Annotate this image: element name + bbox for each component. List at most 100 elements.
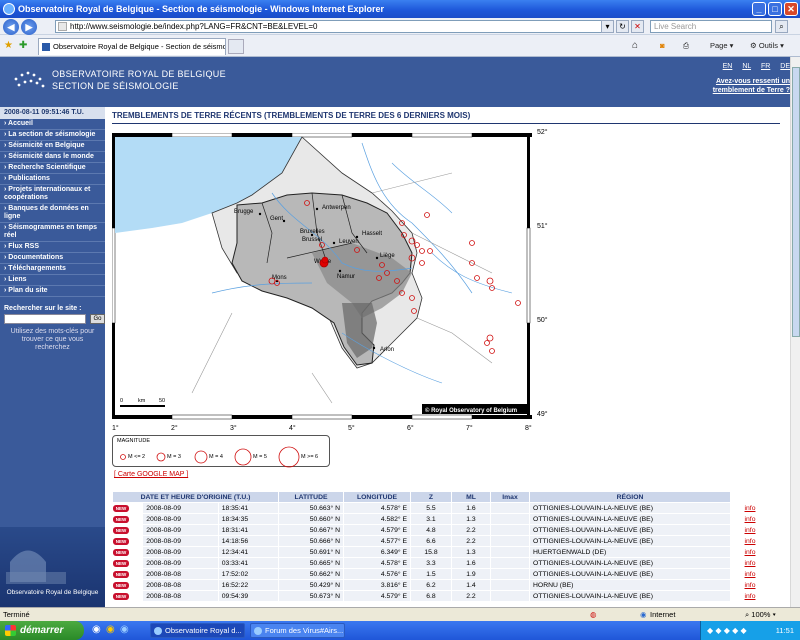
task-forum[interactable]: Forum des Virus#Airs... (250, 623, 345, 638)
address-dropdown-button[interactable]: ▾ (601, 20, 614, 33)
print-icon[interactable]: ⎙ (683, 39, 689, 53)
minimize-button[interactable]: _ (752, 2, 766, 16)
sidebar-item-seismogrammes[interactable]: › Séismogrammes en temps réel (0, 223, 105, 242)
cell-depth: 6.8 (411, 591, 451, 601)
legend-m2: M <= 2 (128, 454, 146, 460)
sidebar-item-rss[interactable]: › Flux RSS (0, 242, 105, 253)
lang-nl[interactable]: NL (742, 63, 751, 70)
quicklaunch-icon-2[interactable]: ◉ (106, 624, 115, 635)
info-link[interactable]: info (731, 547, 769, 557)
magnitude-legend: MAGNITUDE M <= 2 M = 3 M = 4 M = 5 M >= … (112, 435, 330, 468)
site-search-input[interactable] (4, 314, 86, 324)
quicklaunch-icon-3[interactable]: ◉ (120, 624, 129, 635)
sidebar-item-telechargements[interactable]: › Téléchargements (0, 264, 105, 275)
refresh-button[interactable]: ↻ (616, 20, 629, 33)
vertical-scrollbar[interactable] (790, 57, 800, 607)
info-link[interactable]: info (731, 525, 769, 535)
table-row: NEW 2008-08-09 18:34:35 50.660° N 4.582° E 3.… (113, 514, 769, 524)
header-ml[interactable]: ML (452, 492, 490, 502)
seismic-map-svg[interactable]: Brugge Gent Antwerpen Bruxelles Brussel … (111, 132, 532, 423)
city-liege: Liège (380, 253, 395, 259)
earthquake-map[interactable]: Brugge Gent Antwerpen Bruxelles Brussel … (111, 129, 548, 423)
cell-imax (491, 569, 529, 579)
cell-depth: 15.8 (411, 547, 451, 557)
sidebar-item-liens[interactable]: › Liens (0, 275, 105, 286)
google-map-link[interactable]: [ Carte GOOGLE MAP ] (114, 471, 188, 478)
cell-time: 14:18:56 (218, 536, 278, 546)
page-menu[interactable]: Page ▾ (710, 39, 733, 53)
sidebar-item-seismicite-monde[interactable]: › Séismicité dans le monde (0, 152, 105, 163)
site-search-go-button[interactable]: Go (90, 314, 105, 324)
lang-en[interactable]: EN (723, 63, 733, 70)
observatory-caption: Observatoire Royal de Belgique (6, 589, 99, 596)
new-badge-icon: NEW (113, 515, 129, 523)
header-depth[interactable]: Z (411, 492, 451, 502)
info-link[interactable]: info (731, 536, 769, 546)
site-logo-text[interactable]: OBSERVATOIRE ROYAL DE BELGIQUE SECTION D… (52, 68, 226, 92)
lang-de[interactable]: DE (780, 63, 790, 70)
cell-date: 2008-08-09 (143, 547, 218, 557)
cell-time: 17:52:02 (218, 569, 278, 579)
site-search-row: Go (4, 314, 105, 324)
header-datetime[interactable]: DATE ET HEURE D'ORIGINE (T.U.) (113, 492, 278, 502)
tab-active[interactable]: Observatoire Royal de Belgique - Section… (38, 38, 226, 55)
tools-menu[interactable]: ⚙ Outils ▾ (750, 39, 784, 53)
address-input[interactable]: http://www.seismologie.be/index.php?LANG… (55, 20, 610, 33)
rss-icon[interactable]: ◙ (660, 39, 665, 53)
city-bruxelles: Bruxelles (300, 229, 325, 235)
back-button[interactable]: ◀ (3, 19, 19, 35)
header-imax[interactable]: Imax (491, 492, 529, 502)
sidebar-item-projets[interactable]: › Projets internationaux et coopérations (0, 185, 105, 204)
zoom-level[interactable]: ⌕ 100% ▾ (745, 608, 776, 621)
header-region[interactable]: RÉGION (530, 492, 730, 502)
start-button[interactable]: démarrer (0, 621, 84, 640)
task-observatoire[interactable]: Observatoire Royal d... (150, 623, 245, 638)
new-badge-icon: NEW (113, 559, 129, 567)
sidebar-item-banques[interactable]: › Banques de données en ligne (0, 204, 105, 223)
status-bar: Terminé ◍ ◉ Internet ⌕ 100% ▾ (0, 607, 800, 621)
sidebar-item-publications[interactable]: › Publications (0, 174, 105, 185)
lang-fr[interactable]: FR (761, 63, 770, 70)
lon-label-8: 8° (525, 425, 532, 432)
new-tab-button[interactable] (228, 39, 244, 54)
info-link[interactable]: info (731, 503, 769, 513)
stop-button[interactable]: ✕ (631, 20, 644, 33)
home-icon[interactable]: ⌂ (632, 39, 638, 53)
city-brussel: Brussel (302, 237, 322, 243)
info-link[interactable]: info (731, 558, 769, 568)
sidebar-item-plan[interactable]: › Plan du site (0, 286, 105, 297)
sidebar-item-seismicite-belgique[interactable]: › Séismicité en Belgique (0, 141, 105, 152)
ie-logo-icon (3, 3, 15, 15)
sidebar-item-recherche[interactable]: › Recherche Scientifique (0, 163, 105, 174)
sidebar-item-section[interactable]: › La section de séismologie (0, 130, 105, 141)
forward-button[interactable]: ▶ (21, 19, 37, 35)
favorites-star-icon[interactable]: ★ (4, 39, 13, 53)
cell-ml: 1.3 (452, 547, 490, 557)
header-latitude[interactable]: LATITUDE (279, 492, 343, 502)
info-link[interactable]: info (731, 580, 769, 590)
cell-longitude: 4.579° E (344, 591, 410, 601)
quicklaunch-icon-1[interactable]: ◉ (92, 624, 101, 635)
city-brugge: Brugge (234, 209, 254, 215)
tray-icons[interactable]: ◆ ◆ ◆ ◆ ◆ (707, 621, 747, 640)
add-favorite-icon[interactable]: ✚ (19, 39, 27, 53)
map-copyright: © Royal Observatory of Belgium (425, 407, 517, 414)
search-input[interactable]: Live Search (650, 20, 772, 33)
maximize-button[interactable]: □ (768, 2, 782, 16)
sidebar-item-documentations[interactable]: › Documentations (0, 253, 105, 264)
sidebar-item-accueil[interactable]: › Accueil (0, 119, 105, 130)
info-link[interactable]: info (731, 591, 769, 601)
table-row: NEW 2008-08-09 18:35:41 50.663° N 4.578° E 5.… (113, 503, 769, 513)
city-leuven: Leuven (339, 239, 359, 245)
language-switcher: EN NL FR DE (715, 63, 790, 70)
legend-m3: M = 3 (167, 454, 181, 460)
info-link[interactable]: info (731, 514, 769, 524)
lon-label-7: 7° (466, 425, 473, 432)
cell-latitude: 50.667° N (279, 525, 343, 535)
felt-earthquake-link[interactable]: Avez-vous ressenti un tremblement de Ter… (695, 77, 790, 95)
header-longitude[interactable]: LONGITUDE (344, 492, 410, 502)
close-button[interactable]: ✕ (784, 2, 798, 16)
scrollbar-thumb[interactable] (792, 67, 800, 337)
info-link[interactable]: info (731, 569, 769, 579)
search-go-button[interactable]: ⌕ (775, 20, 788, 33)
